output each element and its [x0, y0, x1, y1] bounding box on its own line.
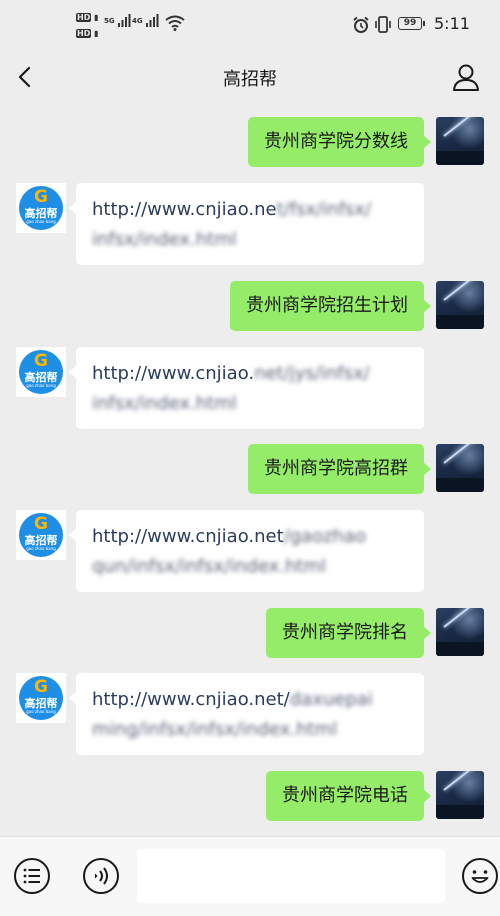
message-bubble-received[interactable]: http://www.cnjiao.net/fsx/infsx/ infsx/i… [69, 183, 424, 265]
chat-header: 高招帮 [0, 50, 500, 104]
message-bubble-received[interactable]: http://www.cnjiao.net/jys/infsx/ infsx/i… [69, 347, 424, 429]
bot-avatar[interactable]: G 高招帮 gao zhao bang [16, 183, 66, 233]
message-received: G 高招帮 gao zhao bang http://www.cnjiao.ne… [0, 673, 500, 755]
bot-avatar[interactable]: G 高招帮 gao zhao bang [16, 673, 66, 723]
voice-icon[interactable] [82, 857, 120, 895]
link-text[interactable]: http://www.cnjiao. [92, 363, 254, 384]
signal-4g: 4G [132, 14, 159, 28]
message-received: G 高招帮 gao zhao bang http://www.cnjiao.ne… [0, 347, 500, 429]
wifi-icon [165, 15, 185, 31]
message-sent: 贵州商学院分数线 [0, 117, 500, 167]
link-text-blurred: qun/infsx/infsx/index.html [92, 556, 326, 577]
sim2-indicator: HD ▮ [76, 29, 99, 38]
message-bubble-received[interactable]: http://www.cnjiao.net/gaozhao qun/infsx/… [69, 510, 424, 592]
link-text-blurred: t/fsx/infsx/ [276, 199, 372, 220]
battery-icon: 99 [398, 17, 425, 30]
vibrate-icon [375, 16, 391, 33]
sim1-indicator: HD ▮ [76, 13, 99, 22]
link-text-blurred: daxuepai [289, 689, 373, 710]
alarm-icon [353, 16, 369, 33]
list-icon[interactable] [13, 857, 51, 895]
link-text-blurred: /gaozhao [283, 526, 367, 547]
user-avatar[interactable] [436, 117, 484, 165]
logo-g-icon: G [34, 677, 48, 697]
user-avatar[interactable] [436, 608, 484, 656]
message-input[interactable] [137, 849, 445, 903]
message-bubble-sent[interactable]: 贵州商学院电话 [266, 771, 431, 821]
bot-avatar[interactable]: G 高招帮 gao zhao bang [16, 347, 66, 397]
message-bubble-received[interactable]: http://www.cnjiao.net/daxuepai ming/infs… [69, 673, 424, 755]
signal-bars-icon [146, 14, 159, 27]
user-avatar[interactable] [436, 444, 484, 492]
message-received: G 高招帮 gao zhao bang http://www.cnjiao.ne… [0, 510, 500, 592]
message-bubble-sent[interactable]: 贵州商学院招生计划 [230, 281, 431, 331]
signal-bars-icon [118, 14, 131, 27]
smiley-icon[interactable] [461, 857, 499, 895]
user-avatar[interactable] [436, 281, 484, 329]
link-text-blurred: net/jys/infsx/ [254, 363, 370, 384]
message-received: G 高招帮 gao zhao bang http://www.cnjiao.ne… [0, 183, 500, 265]
message-bubble-sent[interactable]: 贵州商学院分数线 [248, 117, 431, 167]
status-bar: HD ▮ HD ▮ 5G 4G 99 5:11 [0, 0, 500, 50]
message-sent: 贵州商学院电话 [0, 771, 500, 821]
signal-5g: 5G [104, 14, 131, 28]
user-avatar[interactable] [436, 771, 484, 819]
input-bar [0, 836, 500, 916]
link-text[interactable]: http://www.cnjiao.net [92, 526, 284, 547]
message-bubble-sent[interactable]: 贵州商学院排名 [266, 608, 431, 658]
link-text-blurred: ming/infsx/infsx/index.html [92, 719, 338, 740]
message-sent: 贵州商学院排名 [0, 608, 500, 658]
message-sent: 贵州商学院招生计划 [0, 281, 500, 331]
link-text-blurred: infsx/index.html [92, 393, 237, 414]
person-icon[interactable] [451, 62, 481, 92]
chat-title: 高招帮 [223, 69, 277, 90]
link-text-blurred: infsx/index.html [92, 229, 237, 250]
message-bubble-sent[interactable]: 贵州商学院高招群 [248, 444, 431, 494]
link-text[interactable]: http://www.cnjiao.ne [92, 199, 277, 220]
logo-g-icon: G [34, 187, 48, 207]
logo-g-icon: G [34, 351, 48, 371]
bot-avatar[interactable]: G 高招帮 gao zhao bang [16, 510, 66, 560]
message-sent: 贵州商学院高招群 [0, 444, 500, 494]
logo-g-icon: G [34, 514, 48, 534]
link-text[interactable]: http://www.cnjiao.net/ [92, 689, 290, 710]
clock: 5:11 [434, 14, 470, 33]
